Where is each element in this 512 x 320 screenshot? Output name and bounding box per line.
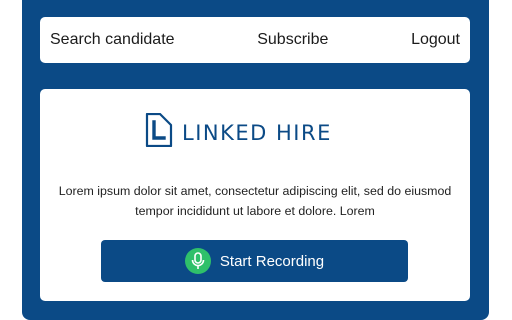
logout-link[interactable]: Logout <box>411 31 460 49</box>
description-text: Lorem ipsum dolor sit amet, consectetur … <box>58 184 452 218</box>
microphone-icon <box>184 248 211 274</box>
start-recording-button[interactable]: Start Recording <box>101 240 408 282</box>
brand-wordmark: LINKED HIRE <box>182 120 332 145</box>
main-card: LINKED HIRE Lorem ipsum dolor sit amet, … <box>40 89 470 301</box>
search-candidate-link[interactable]: Search candidate <box>50 31 175 49</box>
brand-logo: LINKED HIRE <box>144 112 332 152</box>
top-nav: Search candidate Subscribe Logout <box>40 17 470 63</box>
linked-hire-logo-icon <box>144 112 174 152</box>
subscribe-link[interactable]: Subscribe <box>257 31 328 49</box>
start-recording-label: Start Recording <box>219 252 325 270</box>
